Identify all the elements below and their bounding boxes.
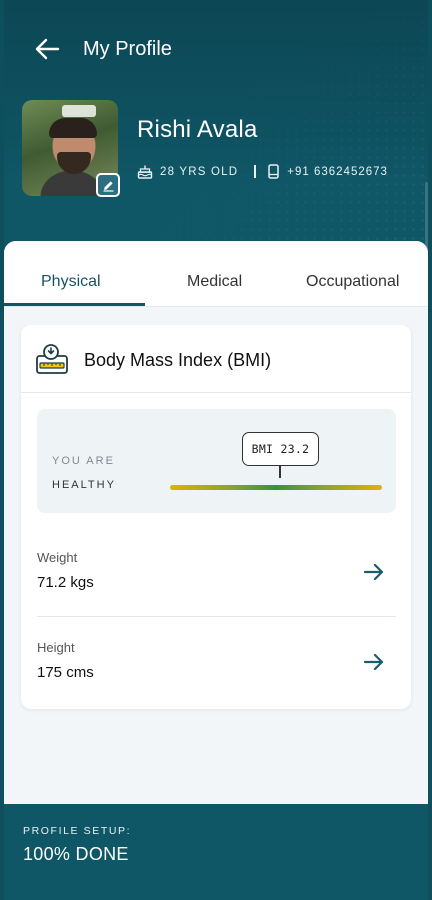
height-label: Height — [37, 640, 75, 655]
bmi-scale-icon — [36, 344, 68, 374]
bmi-value-badge: BMI 23.2 — [242, 432, 319, 466]
avatar-beard — [57, 152, 91, 174]
bmi-marker-stem — [279, 466, 281, 478]
arrow-left-icon — [35, 38, 60, 60]
phone-icon — [268, 164, 280, 179]
cake-icon — [137, 165, 153, 179]
avatar-cap — [62, 105, 96, 117]
arrow-right-icon[interactable] — [363, 561, 385, 583]
height-row[interactable]: Height 175 cms — [37, 617, 396, 707]
profile-setup-label: PROFILE SETUP: — [23, 825, 132, 837]
profile-content: Physical Medical Occupational Body Mass … — [4, 241, 428, 804]
bmi-card-header: Body Mass Index (BMI) — [21, 325, 411, 393]
profile-age: 28 YRS OLD — [160, 165, 239, 178]
bmi-scale-bar — [170, 485, 382, 490]
meta-divider — [254, 165, 257, 178]
scrollbar[interactable] — [425, 182, 428, 252]
arrow-right-icon[interactable] — [363, 651, 385, 673]
height-value: 175 cms — [37, 664, 94, 681]
bmi-status: HEALTHY — [52, 479, 116, 491]
weight-value: 71.2 kgs — [37, 574, 94, 591]
edit-avatar-button[interactable] — [96, 173, 120, 197]
bmi-card-title: Body Mass Index (BMI) — [84, 350, 272, 370]
profile-setup-value: 100% DONE — [23, 844, 129, 864]
app-screen: My Profile Rishi Avala 28 YRS OLD +91 63… — [4, 0, 428, 900]
tab-bar: Physical Medical Occupational — [4, 241, 428, 307]
profile-name: Rishi Avala — [137, 116, 258, 143]
back-button[interactable] — [34, 37, 60, 61]
bmi-card: Body Mass Index (BMI) YOU ARE HEALTHY BM… — [21, 325, 411, 709]
tab-physical[interactable]: Physical — [41, 273, 101, 291]
active-tab-indicator — [4, 303, 145, 306]
profile-phone: +91 6362452673 — [287, 165, 388, 178]
app-header: My Profile — [4, 26, 428, 72]
bmi-status-prefix: YOU ARE — [52, 455, 115, 467]
profile-setup-footer: PROFILE SETUP: 100% DONE — [4, 804, 428, 900]
avatar-hair — [49, 118, 97, 138]
weight-row[interactable]: Weight 71.2 kgs — [37, 527, 396, 617]
tab-occupational[interactable]: Occupational — [306, 273, 399, 291]
weight-label: Weight — [37, 550, 78, 565]
bmi-status-panel: YOU ARE HEALTHY BMI 23.2 — [37, 409, 396, 513]
page-title: My Profile — [83, 38, 172, 60]
tab-medical[interactable]: Medical — [187, 273, 242, 291]
profile-meta: 28 YRS OLD +91 6362452673 — [137, 164, 388, 179]
pencil-icon — [103, 180, 113, 192]
